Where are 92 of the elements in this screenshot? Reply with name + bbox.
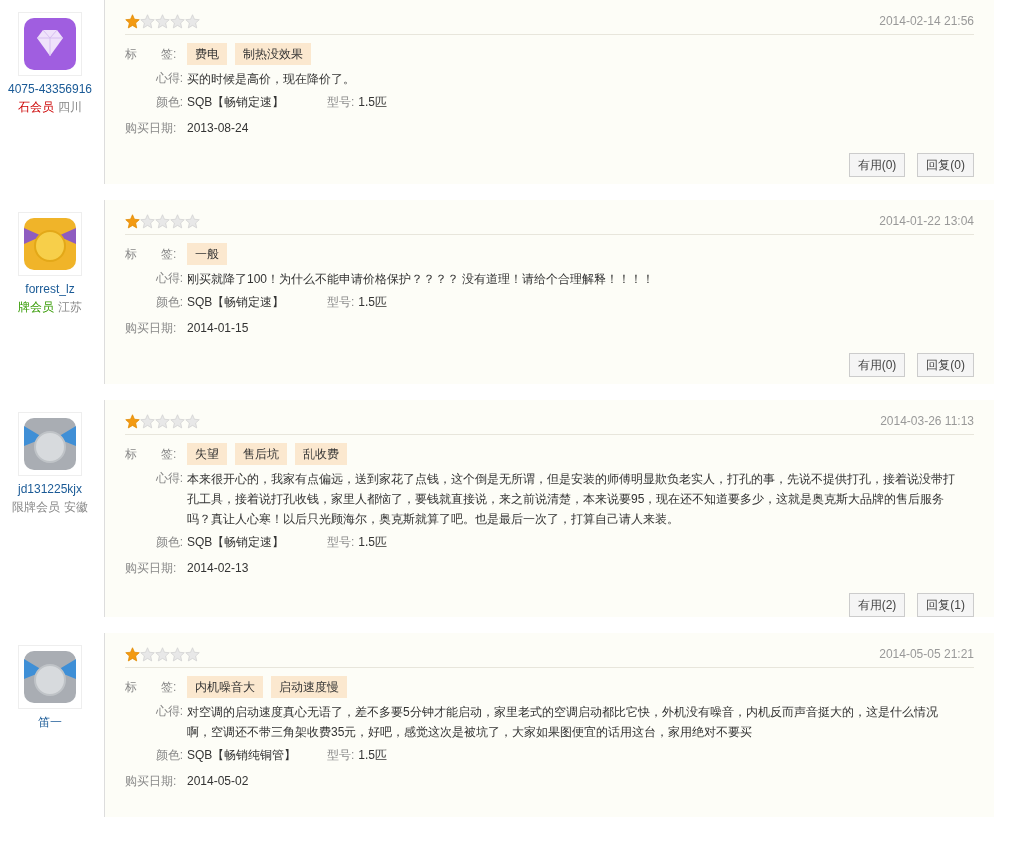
tag: 制热没效果 xyxy=(235,43,311,65)
username-link[interactable]: jd131225kjx xyxy=(17,480,83,498)
purchase-date-label: 购买日期: xyxy=(125,320,178,337)
review-action-button[interactable]: 有用(0) xyxy=(848,153,906,177)
tags-label: 标 签: xyxy=(125,246,178,263)
avatar-frame[interactable] xyxy=(18,645,82,709)
user-region: 四川 xyxy=(58,99,82,116)
purchase-date-label: 购买日期: xyxy=(125,560,178,577)
medal-avatar-icon xyxy=(22,216,78,272)
comment-text: 刚买就降了100！为什么不能申请价格保护？？？？ 没有道理！请给个合理解释！！！！ xyxy=(187,271,656,288)
comment-text: 本来很开心的，我家有点偏远，送到家花了点钱，这个倒是无所谓，但是安装的师傅明显欺负老实人，打孔的事，先说不提供打孔，接着说没带打孔工具，接着说打孔收钱，家里人都恼了，要钱就直接说，来之前说清楚，本来说要95，现在还不知道要多少，这就是奥克斯大品牌的售后服务吗？真让人心寒！以后只光顾海尔，奥克斯就算了吧。也是最后一次了，打算自己请人来装。 xyxy=(187,471,956,528)
model-value: 1.5匹 xyxy=(358,294,388,311)
color-label: 颜色: xyxy=(154,294,184,311)
filled-star-icon xyxy=(125,13,140,29)
model-label: 型号: xyxy=(327,534,356,551)
empty-star-icon xyxy=(155,213,170,229)
filled-star-icon xyxy=(125,413,140,429)
review-date: 2014-02-14 21:56 xyxy=(879,13,974,30)
review-action-button[interactable]: 有用(2) xyxy=(848,593,906,617)
model-value: 1.5匹 xyxy=(358,94,388,111)
medal-avatar-icon xyxy=(22,649,78,705)
tag: 内机噪音大 xyxy=(187,676,263,698)
empty-star-icon xyxy=(140,646,155,662)
empty-star-icon xyxy=(155,13,170,29)
username-link[interactable]: forrest_lz xyxy=(25,280,75,298)
color-value: SQB【畅销定速】 xyxy=(187,534,286,551)
review-date: 2014-03-26 11:13 xyxy=(880,413,974,430)
tags-label: 标 签: xyxy=(125,679,178,696)
tag: 费电 xyxy=(187,43,227,65)
purchase-date-label: 购买日期: xyxy=(125,773,178,790)
tag: 失望 xyxy=(187,443,227,465)
username-link[interactable]: 4075-43356916 xyxy=(7,80,93,98)
model-label: 型号: xyxy=(327,747,356,764)
user-region: 安徽 xyxy=(64,499,88,516)
purchase-date: 2013-08-24 xyxy=(187,120,249,137)
model-label: 型号: xyxy=(327,94,356,111)
review-action-button[interactable]: 回复(0) xyxy=(917,153,974,177)
empty-star-icon xyxy=(185,213,200,229)
purchase-date: 2014-05-02 xyxy=(187,773,249,790)
filled-star-icon xyxy=(125,213,140,229)
comment-text: 买的时候是高价，现在降价了。 xyxy=(187,71,356,88)
member-level: 牌会员 xyxy=(18,299,54,316)
color-value: SQB【畅销定速】 xyxy=(187,94,286,111)
review-date: 2014-01-22 13:04 xyxy=(879,213,974,230)
empty-star-icon xyxy=(140,213,155,229)
model-value: 1.5匹 xyxy=(358,534,388,551)
empty-star-icon xyxy=(155,646,170,662)
empty-star-icon xyxy=(140,13,155,29)
empty-star-icon xyxy=(170,13,185,29)
tag: 一般 xyxy=(187,243,227,265)
color-label: 颜色: xyxy=(154,94,184,111)
purchase-date: 2014-02-13 xyxy=(187,560,249,577)
comment-label: 心得: xyxy=(154,470,184,487)
empty-star-icon xyxy=(170,213,185,229)
username-link[interactable]: 笛一 xyxy=(38,713,62,731)
medal-avatar-icon xyxy=(22,416,78,472)
review-action-button[interactable]: 回复(0) xyxy=(917,353,974,377)
tag: 乱收费 xyxy=(295,443,347,465)
user-region: 江苏 xyxy=(58,299,82,316)
avatar-frame[interactable] xyxy=(18,212,82,276)
tag: 售后坑 xyxy=(235,443,287,465)
empty-star-icon xyxy=(140,413,155,429)
empty-star-icon xyxy=(170,413,185,429)
comment-label: 心得: xyxy=(154,70,184,87)
color-value: SQB【畅销定速】 xyxy=(187,294,286,311)
color-value: SQB【畅销纯铜管】 xyxy=(187,747,298,764)
review-action-button[interactable]: 有用(0) xyxy=(848,353,906,377)
review-action-button[interactable]: 回复(1) xyxy=(917,593,974,617)
avatar-frame[interactable] xyxy=(18,12,82,76)
diamond-avatar-icon xyxy=(22,16,78,72)
tags-label: 标 签: xyxy=(125,446,178,463)
comment-text: 对空调的启动速度真心无语了，差不多要5分钟才能启动，家里老式的空调启动都比它快，外机没有噪音，内机反而声音挺大的，这是什么情况啊，空调还不带三角架收费35元，好吧，感觉这次是被坑了，大家如果图便宜的话用这台，家用绝对不要买 xyxy=(187,704,939,741)
comment-label: 心得: xyxy=(154,703,184,720)
empty-star-icon xyxy=(170,646,185,662)
member-level: 石会员 xyxy=(18,99,54,116)
comment-label: 心得: xyxy=(154,270,184,287)
tags-label: 标 签: xyxy=(125,46,178,63)
empty-star-icon xyxy=(185,413,200,429)
avatar-frame[interactable] xyxy=(18,412,82,476)
tag: 启动速度慢 xyxy=(271,676,347,698)
member-level: 限牌会员 xyxy=(12,499,60,516)
filled-star-icon xyxy=(125,646,140,662)
empty-star-icon xyxy=(155,413,170,429)
model-value: 1.5匹 xyxy=(358,747,388,764)
empty-star-icon xyxy=(185,646,200,662)
review-date: 2014-05-05 21:21 xyxy=(879,646,974,663)
color-label: 颜色: xyxy=(154,534,184,551)
model-label: 型号: xyxy=(327,294,356,311)
color-label: 颜色: xyxy=(154,747,184,764)
purchase-date-label: 购买日期: xyxy=(125,120,178,137)
purchase-date: 2014-01-15 xyxy=(187,320,249,337)
empty-star-icon xyxy=(185,13,200,29)
